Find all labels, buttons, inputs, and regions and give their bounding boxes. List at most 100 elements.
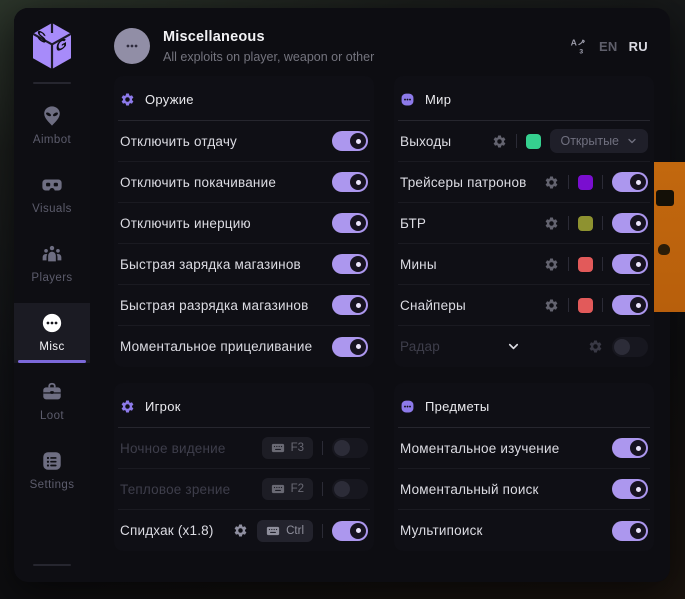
row-btr: БТР [398, 203, 650, 244]
gear-icon[interactable] [544, 257, 559, 272]
app-logo-icon [30, 22, 74, 70]
row-label: Моментальное изучение [400, 441, 559, 456]
keyboard-icon [271, 441, 285, 455]
toggle-switch[interactable] [612, 438, 648, 458]
language-switcher: EN RU [569, 37, 648, 56]
briefcase-icon [41, 381, 63, 403]
row-label: Мины [400, 257, 437, 272]
ellipsis-circle-icon [41, 312, 63, 334]
content-grid: Оружие Отключить отдачу Отключить покачи… [90, 74, 670, 582]
sidebar-item-misc[interactable]: Misc [14, 303, 90, 363]
exits-dropdown[interactable]: Открытые [550, 129, 648, 153]
toggle-switch[interactable] [612, 521, 648, 541]
toggle-switch[interactable] [332, 438, 368, 458]
hotkey-badge[interactable]: F3 [262, 437, 313, 459]
hotkey-label: F2 [291, 483, 304, 495]
section-weapon: Оружие Отключить отдачу Отключить покачи… [114, 76, 374, 367]
toggle-switch[interactable] [332, 295, 368, 315]
toggle-switch[interactable] [612, 479, 648, 499]
row-label: Снайперы [400, 298, 466, 313]
sidebar-item-aimbot[interactable]: Aimbot [14, 96, 90, 156]
lang-ru-button[interactable]: RU [629, 39, 648, 54]
gear-icon[interactable] [544, 175, 559, 190]
row-fast-reload: Быстрая зарядка магазинов [118, 244, 370, 285]
sidebar-divider-top [33, 82, 71, 84]
section-title: Мир [425, 92, 451, 107]
section-title: Игрок [145, 399, 181, 414]
gear-icon[interactable] [544, 216, 559, 231]
row-no-recoil: Отключить отдачу [118, 121, 370, 162]
expand-chevron-icon[interactable] [506, 339, 521, 354]
sidebar-item-label: Settings [30, 479, 75, 491]
keyboard-icon [271, 482, 285, 496]
row-label: БТР [400, 216, 426, 231]
toggle-switch[interactable] [612, 254, 648, 274]
gear-icon[interactable] [492, 134, 507, 149]
row-exits: Выходы Открытые [398, 121, 650, 162]
row-label: Быстрая зарядка магазинов [120, 257, 301, 272]
hotkey-badge[interactable]: F2 [262, 478, 313, 500]
section-items-header: Предметы [398, 383, 650, 428]
lang-en-button[interactable]: EN [599, 39, 618, 54]
toggle-switch[interactable] [332, 337, 368, 357]
row-label: Мультипоиск [400, 523, 483, 538]
row-label: Трейсеры патронов [400, 175, 527, 190]
background-game-artifact [654, 162, 685, 312]
sidebar-item-label: Visuals [32, 203, 72, 215]
sidebar-item-loot[interactable]: Loot [14, 372, 90, 432]
list-icon [41, 450, 63, 472]
page-subtitle: All exploits on player, weapon or other [163, 50, 374, 64]
row-snipers: Снайперы [398, 285, 650, 326]
gear-icon[interactable] [588, 339, 603, 354]
row-label: Моментальный поиск [400, 482, 539, 497]
app-window: Aimbot Visuals Players Misc Loot Setting… [14, 8, 670, 582]
color-swatch[interactable] [578, 298, 593, 313]
sidebar-item-settings[interactable]: Settings [14, 441, 90, 501]
keyboard-icon [266, 524, 280, 538]
sidebar-item-label: Players [31, 272, 72, 284]
sidebar-nav: Aimbot Visuals Players Misc Loot Setting… [14, 96, 90, 501]
page-header: Miscellaneous All exploits on player, we… [90, 8, 670, 74]
toggle-switch[interactable] [612, 337, 648, 357]
toggle-switch[interactable] [332, 213, 368, 233]
chevron-down-icon [626, 135, 638, 147]
toggle-switch[interactable] [612, 295, 648, 315]
section-player-header: Игрок [118, 383, 370, 428]
gear-icon[interactable] [233, 523, 248, 538]
color-swatch[interactable] [578, 216, 593, 231]
row-radar: Радар [398, 326, 650, 367]
color-swatch[interactable] [578, 175, 593, 190]
gear-icon [120, 92, 135, 107]
toggle-switch[interactable] [332, 131, 368, 151]
sidebar-item-label: Misc [39, 341, 64, 353]
main-area: Miscellaneous All exploits on player, we… [90, 8, 670, 582]
toggle-switch[interactable] [332, 521, 368, 541]
translate-icon[interactable] [569, 37, 588, 56]
row-label: Быстрая разрядка магазинов [120, 298, 308, 313]
page-title: Miscellaneous [163, 29, 374, 45]
row-thermal-vision: Тепловое зрение F2 [118, 469, 370, 510]
row-no-sway: Отключить покачивание [118, 162, 370, 203]
row-instant-search: Моментальный поиск [398, 469, 650, 510]
sidebar-item-players[interactable]: Players [14, 234, 90, 294]
toggle-switch[interactable] [332, 254, 368, 274]
toggle-switch[interactable] [332, 479, 368, 499]
toggle-switch[interactable] [612, 172, 648, 192]
row-mines: Мины [398, 244, 650, 285]
hotkey-badge[interactable]: Ctrl [257, 520, 313, 542]
row-label: Радар [400, 339, 440, 354]
gear-icon[interactable] [544, 298, 559, 313]
row-no-inertia: Отключить инерцию [118, 203, 370, 244]
vr-goggles-icon [41, 174, 63, 196]
toggle-switch[interactable] [612, 213, 648, 233]
right-column: Мир Выходы Открытые [394, 76, 654, 551]
row-label: Выходы [400, 134, 451, 149]
row-multisearch: Мультипоиск [398, 510, 650, 551]
section-player: Игрок Ночное видение F3 Тепловое зрение [114, 383, 374, 551]
toggle-switch[interactable] [332, 172, 368, 192]
row-label: Ночное видение [120, 441, 226, 456]
color-swatch[interactable] [578, 257, 593, 272]
row-speedhack: Спидхак (x1.8) Ctrl [118, 510, 370, 551]
color-swatch[interactable] [526, 134, 541, 149]
sidebar-item-visuals[interactable]: Visuals [14, 165, 90, 225]
